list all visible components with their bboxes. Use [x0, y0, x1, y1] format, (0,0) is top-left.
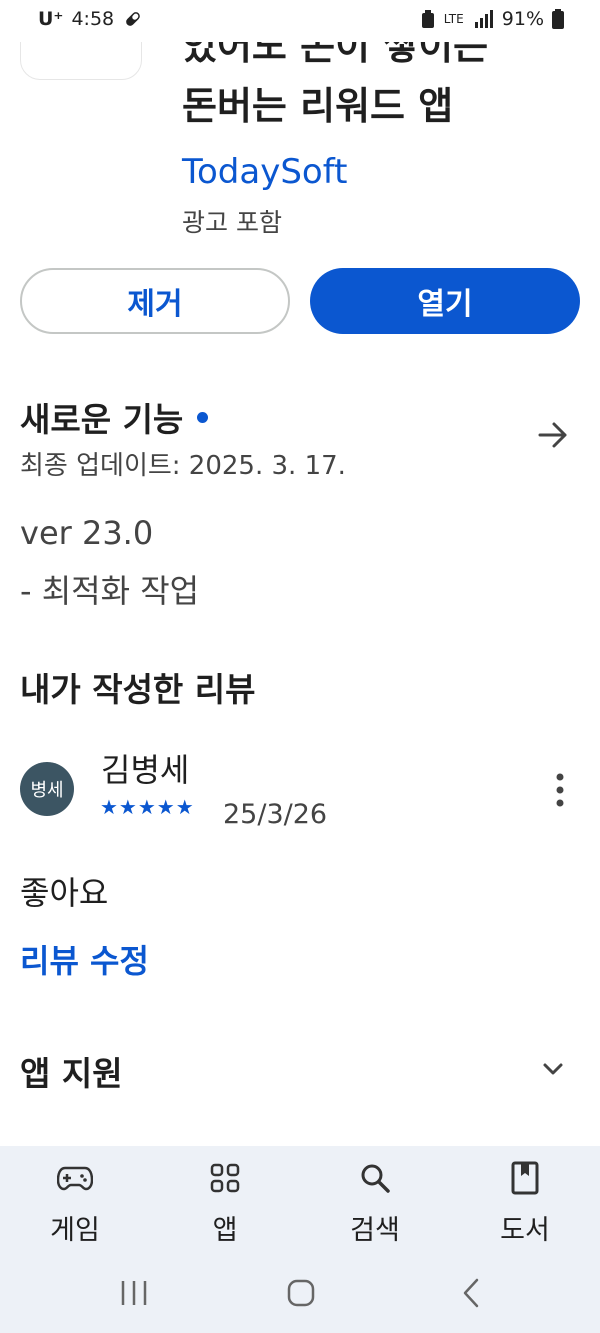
pill-icon [126, 12, 140, 26]
battery-label: 91% [501, 8, 544, 30]
search-icon [361, 1164, 390, 1193]
book-icon [511, 1161, 539, 1195]
recent-apps-icon[interactable] [118, 1275, 150, 1311]
arrow-right-icon[interactable] [536, 418, 570, 452]
apps-grid-icon [210, 1163, 240, 1193]
review-date: 25/3/26 [223, 799, 328, 830]
recycle-icon [421, 10, 434, 28]
app-title-line2: 돈버는 리워드 앱 [182, 84, 454, 128]
back-icon[interactable] [458, 1275, 484, 1311]
nav-books-label: 도서 [500, 1215, 550, 1246]
whats-new-heading[interactable]: 새로운 기능 [20, 393, 209, 441]
app-support-heading[interactable]: 앱 지원 [20, 1047, 123, 1095]
developer-link[interactable]: TodaySoft [182, 152, 347, 192]
nav-apps-label: 앱 [212, 1215, 238, 1246]
ads-notice: 광고 포함 [182, 208, 282, 237]
status-bar: U⁺ 4:58 LTE 91% [0, 0, 600, 42]
star-rating: ★★★★★ [100, 795, 195, 819]
clock: 4:58 [71, 8, 115, 30]
app-title: 있어도 돈이 쌓이는 돈버는 리워드 앱 [182, 36, 582, 134]
review-text: 좋아요 [20, 874, 109, 912]
nav-books[interactable]: 도서 [465, 1158, 585, 1247]
avatar: 병세 [20, 762, 74, 816]
network-label: LTE [443, 12, 464, 26]
release-notes: - 최적화 작업 [20, 572, 200, 610]
nav-search-label: 검색 [350, 1215, 400, 1246]
whats-new-title: 새로운 기능 [20, 400, 184, 439]
new-indicator-dot [197, 412, 209, 423]
home-icon[interactable] [285, 1275, 317, 1311]
reviewer-name: 김병세 [101, 751, 190, 789]
nav-games-label: 게임 [50, 1215, 100, 1246]
more-vert-icon[interactable] [549, 770, 571, 810]
my-review-heading: 내가 작성한 리뷰 [20, 670, 256, 709]
uninstall-button[interactable]: 제거 [20, 268, 290, 334]
last-updated: 최종 업데이트: 2025. 3. 17. [20, 451, 346, 481]
battery-icon [552, 9, 564, 29]
nav-apps[interactable]: 앱 [165, 1158, 285, 1247]
version-text: ver 23.0 [20, 514, 154, 552]
signal-icon [474, 10, 493, 28]
carrier-label: U⁺ [38, 8, 64, 30]
gamepad-icon [57, 1166, 93, 1191]
edit-review-link[interactable]: 리뷰 수정 [20, 936, 149, 982]
chevron-down-icon[interactable] [538, 1054, 568, 1084]
nav-search[interactable]: 검색 [315, 1158, 435, 1247]
nav-games[interactable]: 게임 [15, 1158, 135, 1247]
open-button[interactable]: 열기 [310, 268, 580, 334]
